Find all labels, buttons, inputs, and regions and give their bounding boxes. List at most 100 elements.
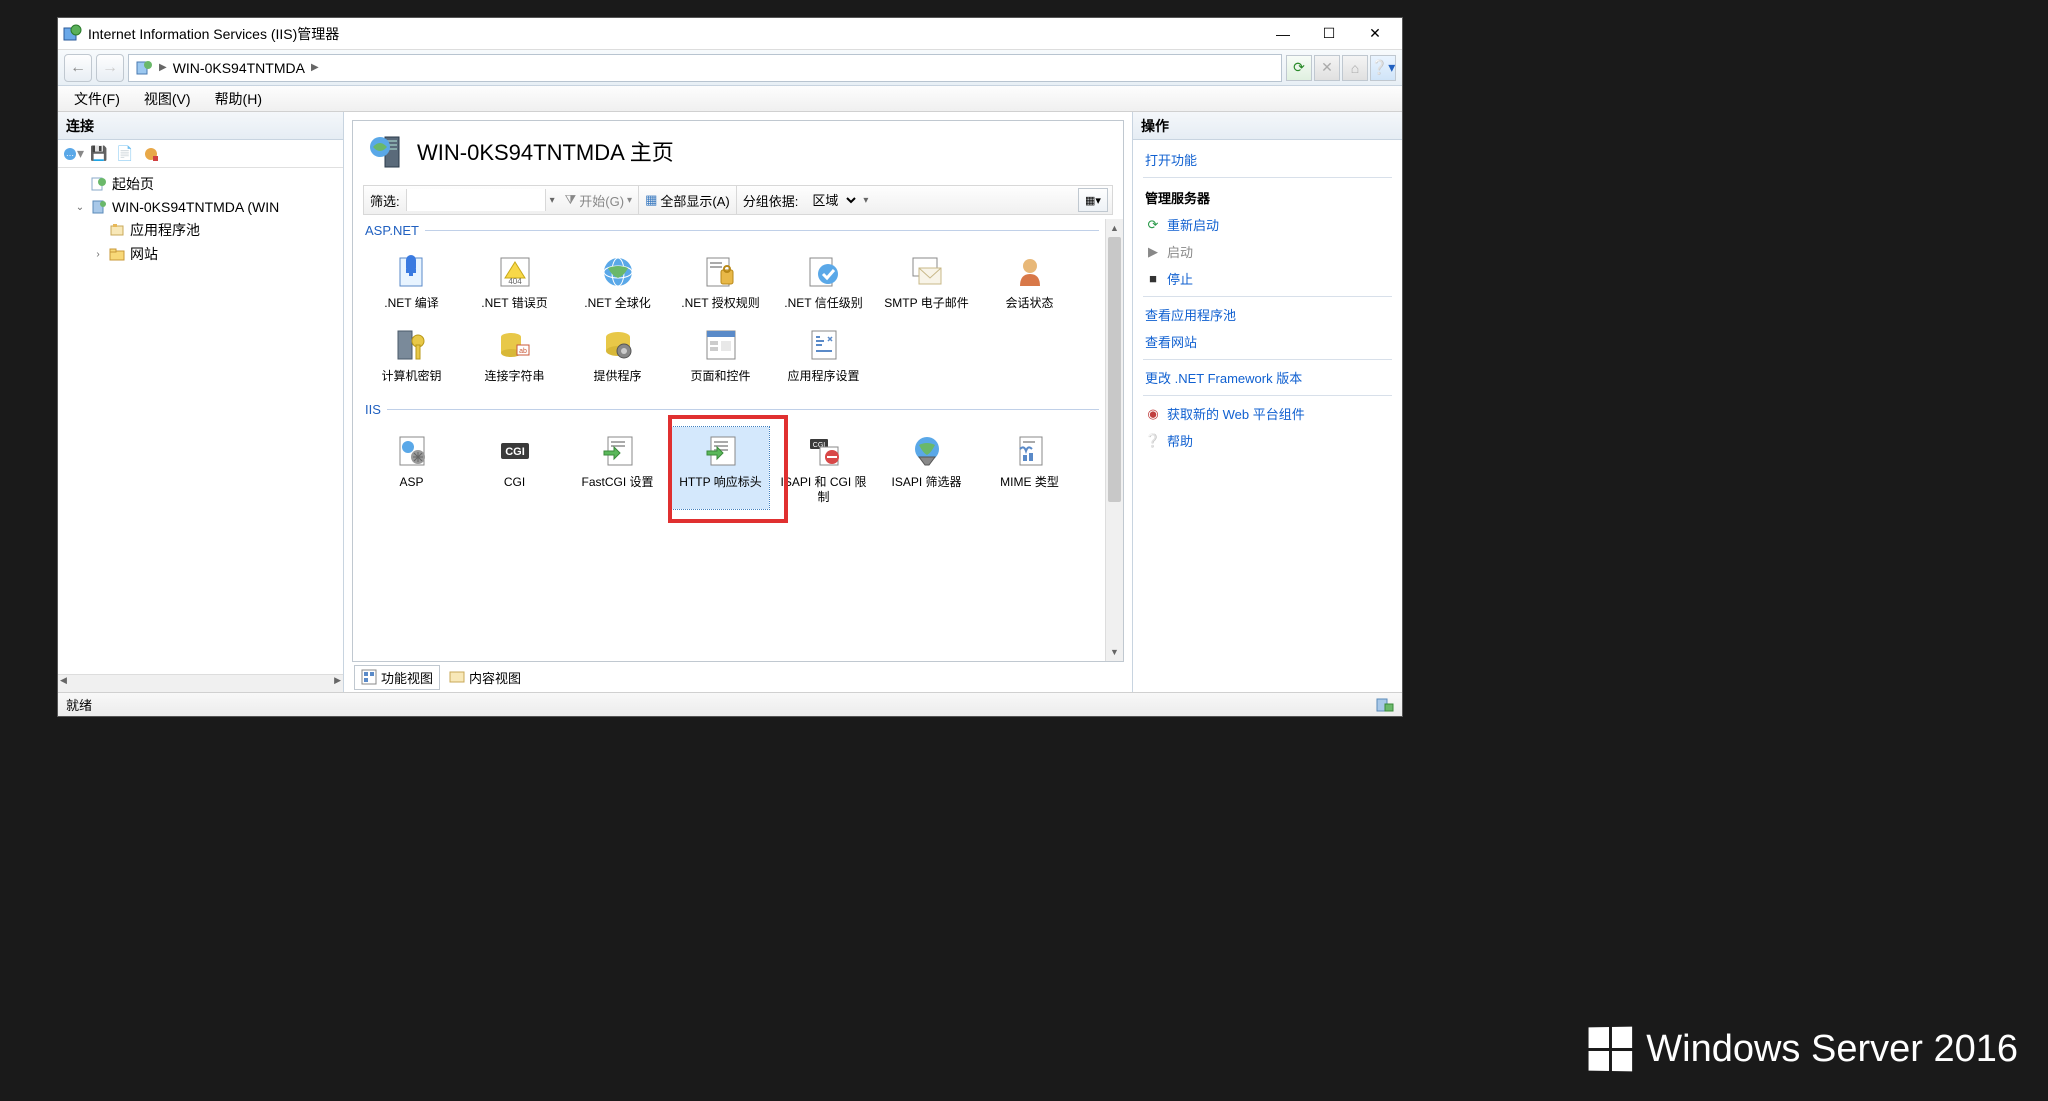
status-config-icon[interactable] (1376, 698, 1394, 712)
minimize-button[interactable]: — (1260, 18, 1306, 49)
feature-net-compilation[interactable]: .NET 编译 (363, 248, 460, 315)
features-area: ASP.NET ▴ .NET 编译 404.NET 错误页 .NET 全球化 .… (353, 219, 1123, 661)
collapse-icon[interactable]: ⌄ (74, 202, 86, 213)
groupby-label: 分组依据: (737, 191, 805, 210)
feature-smtp[interactable]: SMTP 电子邮件 (878, 248, 975, 315)
maximize-button[interactable]: ☐ (1306, 18, 1352, 49)
feature-machine-key[interactable]: 计算机密钥 (363, 321, 460, 388)
filter-go-button[interactable]: ⧩ 开始(G) ▾ (559, 186, 639, 214)
menubar: 文件(F) 视图(V) 帮助(H) (58, 86, 1402, 112)
tree-server[interactable]: ⌄ WIN-0KS94TNTMDA (WIN (62, 196, 339, 218)
groupby-select[interactable]: 区域 (804, 192, 859, 209)
feature-mime-types[interactable]: MIME 类型 (981, 427, 1078, 509)
feature-net-globalization[interactable]: .NET 全球化 (569, 248, 666, 315)
status-text: 就绪 (66, 695, 92, 714)
feature-providers[interactable]: 提供程序 (569, 321, 666, 388)
view-mode-button[interactable]: ▦▾ (1078, 188, 1108, 212)
tree-sites[interactable]: › 网站 (62, 242, 339, 266)
filter-dropdown-icon[interactable]: ▾ (546, 195, 559, 206)
tree-start-page[interactable]: 起始页 (62, 172, 339, 196)
scroll-thumb[interactable] (1108, 237, 1121, 502)
connections-hscroll[interactable]: ◀▶ (58, 674, 343, 692)
body-panes: 连接 ⋯▾ 💾 📄 起始页 ⌄ WIN-0KS94TNTMDA (WIN (58, 112, 1402, 692)
scroll-down-icon[interactable]: ▼ (1106, 643, 1123, 661)
action-change-net-framework[interactable]: 更改 .NET Framework 版本 (1143, 364, 1392, 391)
play-icon: ▶ (1145, 244, 1161, 260)
menu-file[interactable]: 文件(F) (62, 86, 132, 112)
feature-isapi-filters[interactable]: ISAPI 筛选器 (878, 427, 975, 509)
connect-icon[interactable]: ⋯▾ (62, 143, 84, 165)
nav-right-buttons: ⟳ ✕ ⌂ ❔▾ (1286, 55, 1396, 81)
fastcgi-icon (598, 431, 638, 471)
stop-button-nav[interactable]: ✕ (1314, 55, 1340, 81)
feature-pages-controls[interactable]: 页面和控件 (672, 321, 769, 388)
features-view-tab[interactable]: 功能视图 (354, 665, 440, 690)
feature-net-error-pages[interactable]: 404.NET 错误页 (466, 248, 563, 315)
action-open-feature[interactable]: 打开功能 (1143, 146, 1392, 173)
breadcrumb[interactable]: ▶ WIN-0KS94TNTMDA ▶ (128, 54, 1282, 82)
features-view-icon (361, 669, 377, 685)
delete-connection-icon[interactable] (140, 143, 162, 165)
aspnet-grid: .NET 编译 404.NET 错误页 .NET 全球化 .NET 授权规则 .… (363, 242, 1113, 398)
page-title: WIN-0KS94TNTMDA 主页 (417, 135, 674, 167)
feature-asp[interactable]: ASP (363, 427, 460, 509)
refresh-button[interactable]: ⟳ (1286, 55, 1312, 81)
authorization-icon (701, 252, 741, 292)
filter-input[interactable] (406, 189, 546, 211)
help-button-nav[interactable]: ❔▾ (1370, 55, 1396, 81)
action-help[interactable]: ❔帮助 (1143, 427, 1392, 454)
back-button[interactable]: ← (64, 54, 92, 82)
navigation-bar: ← → ▶ WIN-0KS94TNTMDA ▶ ⟳ ✕ ⌂ ❔▾ (58, 50, 1402, 86)
machine-key-icon (392, 325, 432, 365)
app-settings-icon (804, 325, 844, 365)
chevron-right-icon: ▶ (311, 62, 319, 73)
menu-help[interactable]: 帮助(H) (203, 86, 274, 112)
error-pages-icon: 404 (495, 252, 535, 292)
group-header-iis[interactable]: IIS ▴ (363, 398, 1113, 421)
feature-app-settings[interactable]: 应用程序设置 (775, 321, 872, 388)
connections-header: 连接 (58, 112, 343, 140)
feature-net-authorization[interactable]: .NET 授权规则 (672, 248, 769, 315)
tree-app-pools-label: 应用程序池 (130, 220, 200, 240)
iis-app-icon (62, 24, 82, 44)
feature-session-state[interactable]: 会话状态 (981, 248, 1078, 315)
action-start[interactable]: ▶启动 (1143, 238, 1392, 265)
feature-connection-strings[interactable]: ab连接字符串 (466, 321, 563, 388)
group-header-aspnet[interactable]: ASP.NET ▴ (363, 219, 1113, 242)
features-scrollbar[interactable]: ▲ ▼ (1105, 219, 1123, 661)
help-icon: ❔ (1145, 433, 1161, 449)
pages-controls-icon (701, 325, 741, 365)
breadcrumb-server[interactable]: WIN-0KS94TNTMDA (173, 60, 305, 76)
action-get-web-platform[interactable]: ◉获取新的 Web 平台组件 (1143, 400, 1392, 427)
scroll-up-icon[interactable]: ▲ (1106, 219, 1123, 237)
tree-server-label: WIN-0KS94TNTMDA (WIN (112, 199, 279, 215)
groupby-chevron-icon[interactable]: ▾ (859, 195, 872, 206)
center-pane: WIN-0KS94TNTMDA 主页 筛选: ▾ ⧩ 开始(G) ▾ ▦ 全部显… (344, 112, 1132, 692)
content-view-tab[interactable]: 内容视图 (442, 665, 528, 690)
tree-app-pools[interactable]: 应用程序池 (62, 218, 339, 242)
server-node-icon (90, 198, 108, 216)
feature-cgi[interactable]: CGICGI (466, 427, 563, 509)
up-icon[interactable]: 📄 (114, 143, 136, 165)
close-button[interactable]: ✕ (1352, 18, 1398, 49)
save-icon[interactable]: 💾 (88, 143, 110, 165)
feature-http-response-headers[interactable]: HTTP 响应标头 (672, 427, 769, 509)
feature-net-trust[interactable]: .NET 信任级别 (775, 248, 872, 315)
expand-icon[interactable]: › (92, 249, 104, 260)
menu-view[interactable]: 视图(V) (132, 86, 203, 112)
http-headers-icon (701, 431, 741, 471)
action-view-sites[interactable]: 查看网站 (1143, 328, 1392, 355)
show-all-button[interactable]: ▦ 全部显示(A) (639, 186, 737, 214)
svg-text:ab: ab (519, 348, 527, 355)
forward-button[interactable]: → (96, 54, 124, 82)
restart-icon: ⟳ (1145, 217, 1161, 233)
sites-folder-icon (108, 245, 126, 263)
feature-fastcgi[interactable]: FastCGI 设置 (569, 427, 666, 509)
action-view-app-pools[interactable]: 查看应用程序池 (1143, 301, 1392, 328)
svg-text:CGI: CGI (505, 446, 525, 458)
home-button[interactable]: ⌂ (1342, 55, 1368, 81)
actions-pane: 操作 打开功能 管理服务器 ⟳重新启动 ▶启动 ■停止 查看应用程序池 查看网站… (1132, 112, 1402, 692)
action-restart[interactable]: ⟳重新启动 (1143, 211, 1392, 238)
feature-isapi-cgi-restrictions[interactable]: CGIISAPI 和 CGI 限制 (775, 427, 872, 509)
action-stop[interactable]: ■停止 (1143, 265, 1392, 292)
